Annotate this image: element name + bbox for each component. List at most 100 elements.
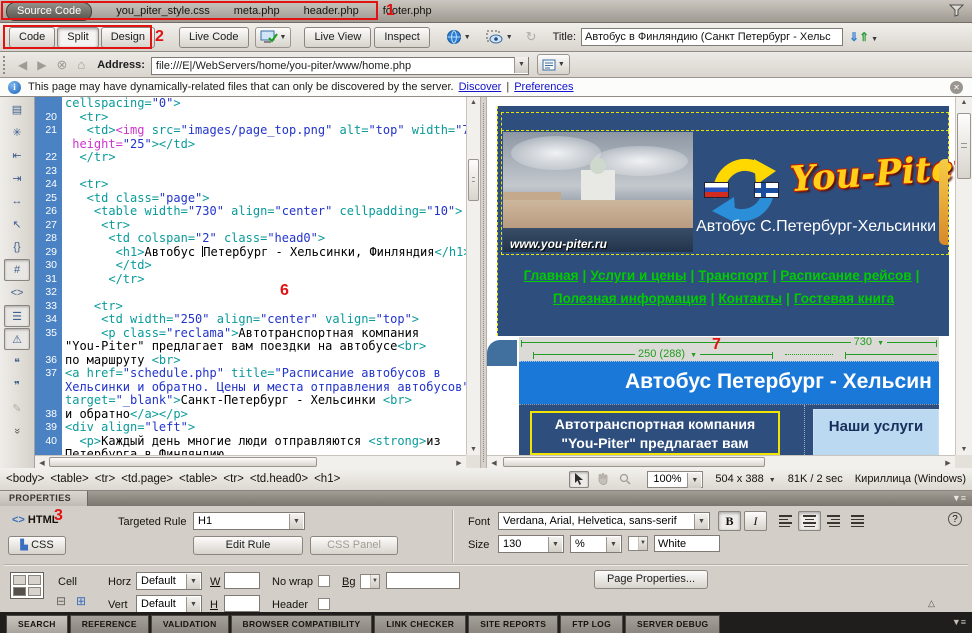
address-input[interactable] [151,57,529,75]
live-view-button[interactable]: Live View [304,27,371,48]
header-banner[interactable]: www.you-piter.ru You-Piter [501,131,949,255]
results-tab[interactable]: VALIDATION [151,615,229,633]
align-justify-button[interactable] [846,511,869,531]
code-view-pane[interactable]: cellspacing="0">20 <tr>21 <td><img src="… [35,97,480,468]
horz-select[interactable]: Default▼ [136,572,202,590]
nav-link[interactable]: Главная [524,268,579,283]
split-cell-icon[interactable]: ⊞ [76,594,86,608]
size-select[interactable]: 130▼ [498,535,564,553]
code-line[interactable]: 31 </tr> [35,273,466,287]
align-center-button[interactable] [798,511,821,531]
header-checkbox[interactable] [318,598,330,610]
promo-box[interactable]: Автотранспортная компания "You-Piter" пр… [530,411,780,455]
html-mode-button[interactable]: <> HTML [12,514,58,526]
code-line[interactable]: 35 <p class="reclama">Автотранспортная к… [35,327,466,341]
code-line[interactable]: "You-Piter" предлагает вам поездки на ав… [35,340,466,354]
page-heading-bar[interactable]: Автобус Петербург - Хельсин [519,361,939,404]
tag-selector-item[interactable]: <body> [6,473,44,485]
file-tab[interactable]: footer.php [383,5,432,17]
results-tab[interactable]: BROWSER COMPATIBILITY [231,615,373,633]
inspect-button[interactable]: Inspect [374,27,429,48]
scroll-right-icon[interactable]: ▶ [454,459,464,467]
results-tab[interactable]: SEARCH [6,615,68,633]
targeted-rule-select[interactable]: H1▼ [193,512,305,530]
code-line[interactable]: Петербурга в Финляндию [35,448,466,455]
code-line[interactable]: 38и обратно</a></p> [35,408,466,422]
code-line[interactable]: 23 [35,165,466,179]
tag-selector-item[interactable]: <td.page> [121,473,173,485]
code-line[interactable]: 20 <tr> [35,111,466,125]
code-line[interactable]: 29 <h1>Автобус Петербург - Хельсинки, Фи… [35,246,466,260]
css-mode-button[interactable]: ▙ CSS [8,536,66,555]
forward-icon[interactable]: ▶ [37,58,46,72]
nav-link[interactable]: Расписание рейсов [780,268,911,283]
code-navigator-icon[interactable]: ✳ [4,121,30,143]
scrollbar-thumb[interactable] [49,457,317,467]
source-code-tab[interactable]: Source Code [6,2,92,21]
title-input[interactable] [581,28,843,46]
nav-link[interactable]: Услуги и цены [590,268,686,283]
results-tab[interactable]: SERVER DEBUG [625,615,720,633]
code-line[interactable]: 32 [35,286,466,300]
scrollbar-thumb[interactable] [957,113,971,179]
code-line[interactable]: target="_blank">Санкт-Петербург - Хельси… [35,394,466,408]
scrollbar-thumb[interactable] [468,159,479,201]
text-color-swatch[interactable]: ▼ [628,536,648,551]
file-tab[interactable]: header.php [304,5,359,17]
results-tab[interactable]: LINK CHECKER [374,615,466,633]
tag-selector-item[interactable]: <h1> [314,473,340,485]
align-left-button[interactable] [774,511,797,531]
back-icon[interactable]: ◀ [18,58,27,72]
code-line[interactable]: 39<div align="left"> [35,421,466,435]
infobar-close-icon[interactable]: ✕ [950,81,963,94]
visual-aids-icon[interactable]: ▼ [481,27,518,48]
preview-in-browser-icon[interactable]: ▼ [441,27,476,48]
code-line[interactable]: cellspacing="0"> [35,97,466,111]
size-unit-select[interactable]: %▼ [570,535,622,553]
page-properties-button[interactable]: Page Properties... [594,570,708,589]
collapse-panel-icon[interactable]: △ [928,598,935,609]
bg-color-input[interactable] [386,572,460,589]
code-line[interactable]: 33 <tr> [35,300,466,314]
code-line[interactable]: 25 <td class="page"> [35,192,466,206]
select-parent-tag-icon[interactable]: ↖ [4,213,30,235]
warning-icon[interactable]: ⚠ [4,328,30,350]
hand-tool-icon[interactable] [592,471,612,488]
scroll-down-icon[interactable]: ▼ [467,446,480,453]
split-view-button[interactable]: Split [57,27,98,48]
split-view-divider[interactable] [480,97,487,468]
file-tab[interactable]: meta.php [234,5,280,17]
code-line[interactable]: Хельсинки и обратно. Цены и места отправ… [35,381,466,395]
collapse-selection-icon[interactable]: ⇥ [4,167,30,189]
vert-select[interactable]: Default▼ [136,595,202,613]
live-code-button[interactable]: Live Code [179,27,249,48]
file-management-icon[interactable]: ⇓⇑▼ [849,30,878,44]
scroll-left-icon[interactable]: ◀ [489,459,499,467]
check-browser-compatibility-icon[interactable]: ▼ [255,27,292,48]
code-line[interactable]: height="25"></td> [35,138,466,152]
preferences-link[interactable]: Preferences [514,81,573,93]
tag-selector-item[interactable]: <tr> [223,473,243,485]
panel-menu-icon[interactable]: ▼≡ [952,493,966,503]
design-vertical-scrollbar[interactable]: ▲ ▼ [955,97,972,455]
tag-selector-item[interactable]: <tr> [95,473,115,485]
scroll-right-icon[interactable]: ▶ [943,459,953,467]
address-dropdown-icon[interactable]: ▼ [514,57,528,73]
code-line[interactable]: 40 <p>Каждый день многие люди отправляют… [35,435,466,449]
results-tab[interactable]: REFERENCE [70,615,149,633]
cell-width-input[interactable] [224,572,260,589]
highlight-invalid-code-icon[interactable]: <> [4,282,30,304]
code-line[interactable]: 28 <td colspan="2" class="head0"> [35,232,466,246]
code-line[interactable]: 26 <table width="730" align="center" cel… [35,205,466,219]
results-tab[interactable]: SITE REPORTS [468,615,558,633]
cell-height-input[interactable] [224,595,260,612]
page-body[interactable]: www.you-piter.ru You-Piter [497,106,949,336]
format-source-icon[interactable]: ✎ [4,397,30,419]
design-horizontal-scrollbar[interactable]: ◀ ▶ [487,455,955,468]
align-right-button[interactable] [822,511,845,531]
scroll-left-icon[interactable]: ◀ [37,459,47,467]
expand-all-icon[interactable]: ↔ [4,190,30,212]
balance-braces-icon[interactable]: {} [4,236,30,258]
nav-link[interactable]: Контакты [718,291,782,306]
open-documents-icon[interactable]: ▤ [4,98,30,120]
